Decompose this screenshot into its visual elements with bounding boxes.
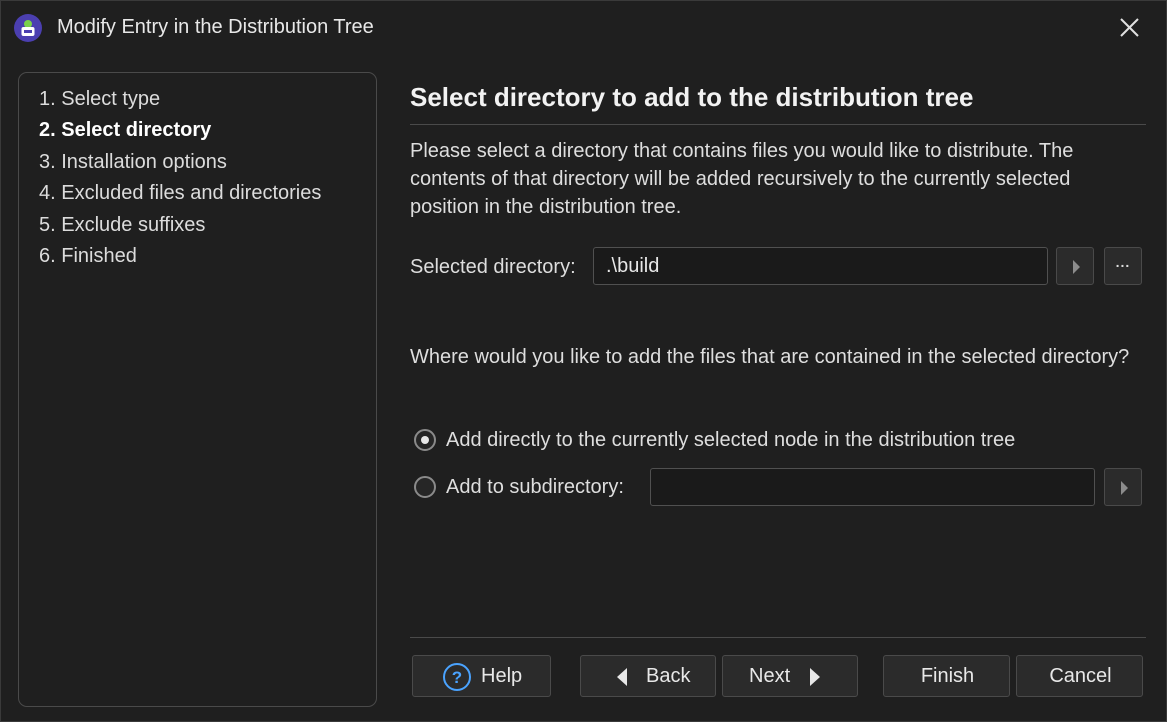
triangle-right-icon — [810, 668, 820, 686]
step-installation-options: 3. Installation options — [39, 151, 227, 173]
help-circle-icon: ? — [443, 663, 471, 691]
close-button[interactable] — [1112, 11, 1148, 45]
button-divider — [410, 637, 1146, 638]
next-button[interactable]: Next — [722, 655, 858, 697]
directory-label: Selected directory: — [410, 256, 576, 278]
cancel-button[interactable]: Cancel — [1016, 655, 1143, 697]
help-button[interactable]: ? Help — [412, 655, 551, 697]
help-label: Help — [481, 665, 523, 687]
finish-button[interactable]: Finish — [883, 655, 1010, 697]
radio-add-directly[interactable] — [414, 429, 436, 451]
wizard-window: Modify Entry in the Distribution Tree 1.… — [0, 0, 1167, 722]
subdirectory-input[interactable] — [650, 468, 1095, 506]
step-exclude-suffixes: 5. Exclude suffixes — [39, 214, 206, 236]
radio-add-subdirectory[interactable] — [414, 476, 436, 498]
window-title: Modify Entry in the Distribution Tree — [57, 16, 374, 38]
page-title: Select directory to add to the distribut… — [410, 82, 974, 112]
browse-label: ... — [1115, 254, 1131, 270]
title-bar: Modify Entry in the Distribution Tree — [1, 1, 1166, 57]
next-label: Next — [749, 665, 791, 687]
subdirectory-expand-button[interactable] — [1104, 468, 1142, 506]
close-icon — [1120, 18, 1139, 37]
triangle-right-icon — [1121, 481, 1128, 495]
installer-app-icon — [14, 14, 42, 42]
browse-directory-button[interactable]: ... — [1104, 247, 1142, 285]
cancel-label: Cancel — [1049, 665, 1112, 687]
finish-label: Finish — [920, 665, 975, 687]
step-finished: 6. Finished — [39, 245, 137, 267]
svg-text:?: ? — [452, 668, 462, 687]
step-excluded-files: 4. Excluded files and directories — [39, 182, 322, 204]
back-button[interactable]: Back — [580, 655, 716, 697]
radio-add-subdirectory-label[interactable]: Add to subdirectory: — [446, 476, 624, 499]
description-text: Please select a directory that contains … — [410, 140, 1074, 218]
question-text: Where would you like to add the files th… — [410, 346, 1130, 368]
back-label: Back — [646, 665, 691, 687]
divider — [410, 124, 1146, 125]
directory-input[interactable] — [593, 247, 1048, 285]
radio-add-directly-label[interactable]: Add directly to the currently selected n… — [446, 429, 1015, 452]
step-select-type: 1. Select type — [39, 88, 161, 110]
triangle-right-icon — [1073, 260, 1080, 274]
step-select-directory: 2. Select directory — [39, 119, 212, 141]
steps-panel: 1. Select type 2. Select directory 3. In… — [18, 72, 377, 707]
triangle-left-icon — [617, 668, 627, 686]
directory-expand-button[interactable] — [1056, 247, 1094, 285]
